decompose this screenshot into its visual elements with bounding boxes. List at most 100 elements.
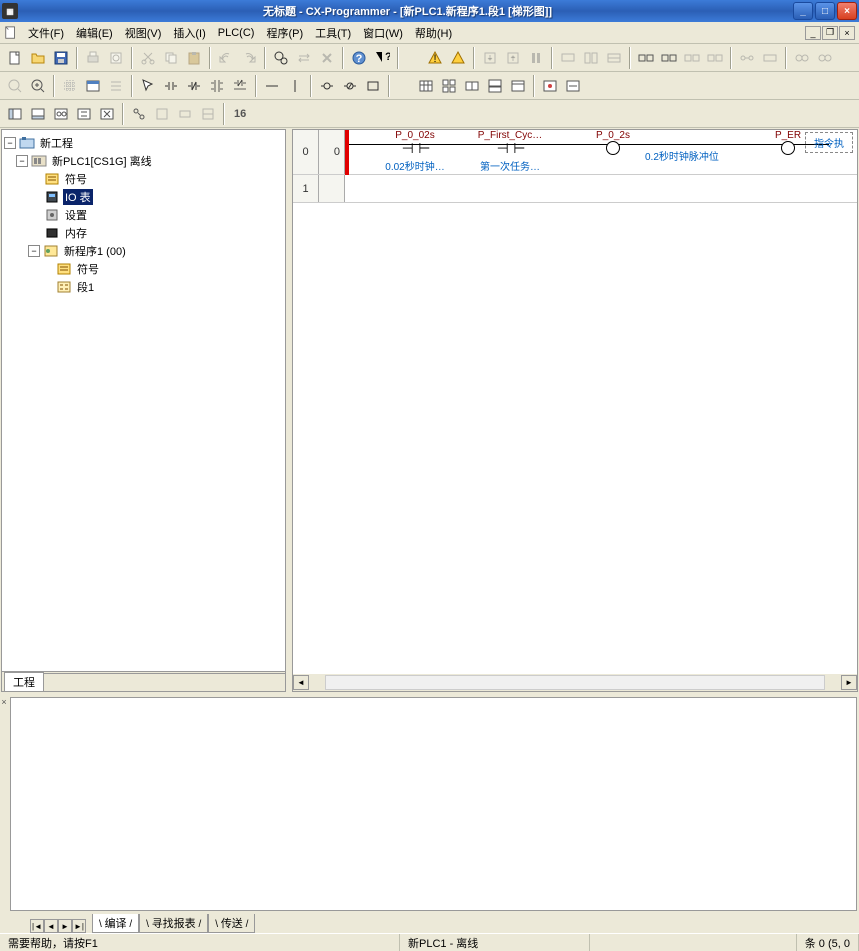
tree-prog-symbols[interactable]: 符号 <box>4 260 283 278</box>
coil-button[interactable] <box>316 75 338 97</box>
menu-help[interactable]: 帮助(H) <box>409 23 458 43</box>
minimize-button[interactable]: _ <box>793 2 813 20</box>
view5-button[interactable] <box>96 103 118 125</box>
menu-view[interactable]: 视图(V) <box>119 23 168 43</box>
menu-file[interactable]: 文件(F) <box>22 23 70 43</box>
collapse-icon[interactable]: − <box>16 155 28 167</box>
replace-button[interactable] <box>293 47 315 69</box>
tree-plc[interactable]: − 新PLC1[CS1G] 离线 <box>4 152 283 170</box>
tree-root[interactable]: − 新工程 <box>4 134 283 152</box>
ladder-rung-0[interactable]: 0 0 P_0_02s ⊣ ⊢ 0.02秒时钟… P_First_Cyc… <box>293 130 857 175</box>
tab-transfer[interactable]: \ 传送 / <box>208 914 255 933</box>
watch-window-button[interactable] <box>507 75 529 97</box>
output-button[interactable] <box>484 75 506 97</box>
copy-button[interactable] <box>160 47 182 69</box>
contact-or-button[interactable] <box>206 75 228 97</box>
grid-button[interactable] <box>59 75 81 97</box>
warning-button[interactable]: ! <box>424 47 446 69</box>
segment2-button[interactable] <box>658 47 680 69</box>
scroll-left-button[interactable]: ◄ <box>293 675 309 690</box>
tab-find[interactable]: \ 寻找报表 / <box>139 914 208 933</box>
ladder-area[interactable]: 0 0 P_0_02s ⊣ ⊢ 0.02秒时钟… P_First_Cyc… <box>293 130 857 674</box>
contact-2[interactable]: P_First_Cyc… ⊣ ⊢ 第一次任务… <box>465 130 555 173</box>
mdi-restore-button[interactable]: ❐ <box>822 26 838 40</box>
output-pane[interactable] <box>10 697 857 911</box>
view2-button[interactable] <box>27 103 49 125</box>
tab-nav-first[interactable]: |◄ <box>30 919 44 933</box>
pause-button[interactable] <box>525 47 547 69</box>
view4-button[interactable] <box>73 103 95 125</box>
upload-button[interactable] <box>502 47 524 69</box>
link1-button[interactable] <box>791 47 813 69</box>
scroll-track[interactable] <box>325 675 825 690</box>
maximize-button[interactable]: □ <box>815 2 835 20</box>
mdi-close-button[interactable]: × <box>839 26 855 40</box>
instruction-button[interactable] <box>362 75 384 97</box>
cross-ref-button[interactable] <box>415 75 437 97</box>
menu-plc[interactable]: PLC(C) <box>212 25 261 41</box>
menu-edit[interactable]: 编辑(E) <box>70 23 119 43</box>
network1-button[interactable] <box>736 47 758 69</box>
view1-button[interactable] <box>4 103 26 125</box>
rung-body[interactable] <box>345 175 857 203</box>
paste-button[interactable] <box>183 47 205 69</box>
menu-program[interactable]: 程序(P) <box>260 23 309 43</box>
tab-nav-next[interactable]: ► <box>58 919 72 933</box>
collapse-icon[interactable]: − <box>28 245 40 257</box>
print-preview-button[interactable] <box>105 47 127 69</box>
coil-nc-button[interactable] <box>339 75 361 97</box>
delete-button[interactable] <box>316 47 338 69</box>
menu-tools[interactable]: 工具(T) <box>309 23 357 43</box>
section4-button[interactable] <box>197 103 219 125</box>
section3-button[interactable] <box>174 103 196 125</box>
tree-symbols[interactable]: 符号 <box>4 170 283 188</box>
segment3-button[interactable] <box>681 47 703 69</box>
monitor-button[interactable] <box>557 47 579 69</box>
tab-project[interactable]: 工程 <box>4 672 44 691</box>
coil-1[interactable]: P_0_2s <box>583 130 643 155</box>
trace-button[interactable] <box>603 47 625 69</box>
zoom-out-button[interactable] <box>4 75 26 97</box>
mnemonic-button[interactable] <box>562 75 584 97</box>
address-button[interactable] <box>539 75 561 97</box>
tab-nav-prev[interactable]: ◄ <box>44 919 58 933</box>
select-button[interactable] <box>137 75 159 97</box>
view3-button[interactable] <box>50 103 72 125</box>
tab-compile[interactable]: \ 编译 / <box>92 914 139 933</box>
ladder-scroll-h[interactable]: ◄ ► <box>293 674 857 691</box>
info-button[interactable]: ? <box>348 47 370 69</box>
radix-16-button[interactable]: 16 <box>229 103 251 125</box>
contact-1[interactable]: P_0_02s ⊣ ⊢ 0.02秒时钟… <box>375 130 455 173</box>
contact-ornc-button[interactable] <box>229 75 251 97</box>
mdi-minimize-button[interactable]: _ <box>805 26 821 40</box>
cascade-button[interactable] <box>461 75 483 97</box>
new-button[interactable] <box>4 47 26 69</box>
link2-button[interactable] <box>814 47 836 69</box>
scroll-right-button[interactable]: ► <box>841 675 857 690</box>
line-v-button[interactable] <box>284 75 306 97</box>
vertical-splitter[interactable] <box>287 128 291 693</box>
watch-button[interactable] <box>580 47 602 69</box>
menu-window[interactable]: 窗口(W) <box>357 23 409 43</box>
zoom-in-button[interactable] <box>27 75 49 97</box>
menu-insert[interactable]: 插入(I) <box>167 23 211 43</box>
tile-button[interactable] <box>438 75 460 97</box>
section2-button[interactable] <box>151 103 173 125</box>
window-button[interactable] <box>82 75 104 97</box>
segment1-button[interactable] <box>635 47 657 69</box>
download-button[interactable] <box>479 47 501 69</box>
tree-memory[interactable]: 内存 <box>4 224 283 242</box>
collapse-icon[interactable]: − <box>4 137 16 149</box>
tree-program[interactable]: − 新程序1 (00) <box>4 242 283 260</box>
save-button[interactable] <box>50 47 72 69</box>
network2-button[interactable] <box>759 47 781 69</box>
ladder-rung-1[interactable]: 1 <box>293 175 857 203</box>
tree-iotable[interactable]: IO 表 <box>4 188 283 206</box>
cut-button[interactable] <box>137 47 159 69</box>
list-button[interactable] <box>105 75 127 97</box>
tree-section[interactable]: 段1 <box>4 278 283 296</box>
tab-nav-last[interactable]: ►| <box>72 919 86 933</box>
open-button[interactable] <box>27 47 49 69</box>
instruction-box[interactable]: 指令执 <box>805 132 853 153</box>
project-tree[interactable]: − 新工程 − 新PLC1[CS1G] 离线 符号 IO 表 <box>2 130 285 671</box>
